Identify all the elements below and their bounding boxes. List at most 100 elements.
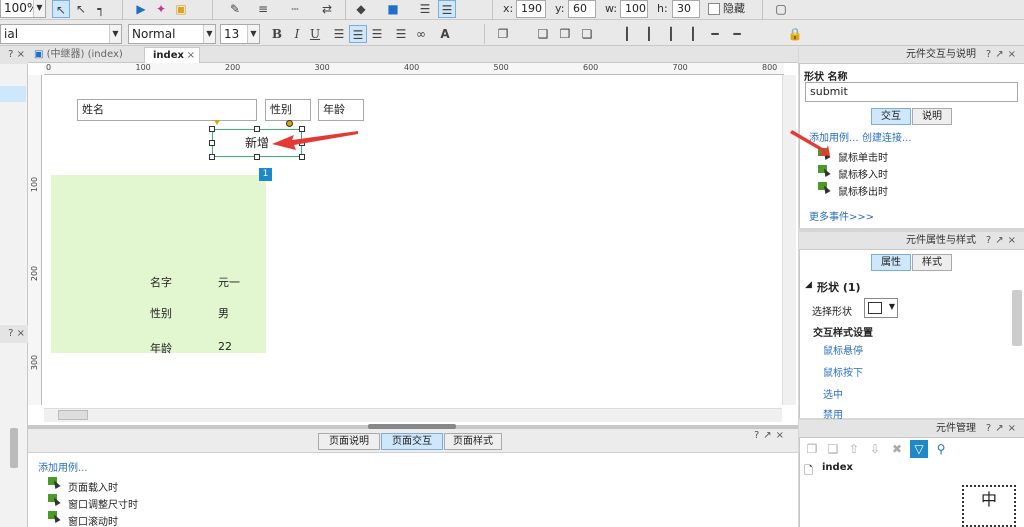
tab-index[interactable]: index ×	[144, 47, 200, 63]
connector-icon[interactable]: ↖	[72, 0, 90, 18]
move-down-icon[interactable]: ⇩	[866, 440, 884, 458]
bold-icon[interactable]: B	[268, 25, 286, 43]
align-icon[interactable]: ☰	[416, 0, 434, 18]
panel-controls[interactable]: ?↗×	[986, 46, 1020, 64]
list-icon[interactable]: ☰	[392, 25, 410, 43]
gender-input[interactable]: 性别	[265, 99, 311, 121]
align-right-icon[interactable]: ☰	[368, 25, 386, 43]
tab-page-style[interactable]: 页面样式	[444, 433, 502, 450]
ruler-tick-label: 200	[30, 265, 40, 282]
resize-handle[interactable]	[254, 126, 260, 132]
tab-repeater[interactable]: ▣ (中继器) (index)	[30, 47, 142, 63]
shape-name-input[interactable]: submit	[805, 82, 1018, 102]
align-top-icon[interactable]: ┃	[640, 25, 658, 43]
style-mousedown-link[interactable]: 鼠标按下	[823, 364, 863, 379]
v-scrollbar[interactable]	[782, 75, 796, 405]
font-family-select[interactable]: ial ▼	[0, 24, 122, 44]
resize-handle[interactable]	[209, 140, 215, 146]
tab-page-interactions[interactable]: 页面交互	[381, 433, 443, 450]
page-event-resize[interactable]: 窗口调整尺寸时	[68, 496, 138, 511]
name-input[interactable]: 姓名	[77, 99, 257, 121]
page-event-scroll[interactable]: 窗口滚动时	[68, 513, 118, 527]
filter-icon[interactable]: ▽	[910, 440, 928, 458]
add-page-icon[interactable]: ❐	[803, 440, 821, 458]
tab-interactions[interactable]: 交互	[871, 108, 911, 125]
line-style-icon[interactable]: ≡	[254, 0, 272, 18]
align-h-icon[interactable]: ━	[706, 25, 724, 43]
hide-checkbox[interactable]	[708, 3, 720, 15]
align-v-icon[interactable]: ━	[728, 25, 746, 43]
send-back-icon[interactable]: ❑	[534, 25, 552, 43]
crop-icon[interactable]: ┑	[92, 0, 110, 18]
h-scrollbar-thumb[interactable]	[58, 410, 88, 420]
link-icon[interactable]: ∞	[412, 25, 430, 43]
age-input[interactable]: 年龄	[318, 99, 364, 121]
underline-icon[interactable]: U	[306, 25, 324, 43]
props-scrollbar[interactable]	[1012, 290, 1022, 346]
share-icon[interactable]: ✦	[152, 0, 170, 18]
zoom-select[interactable]: 100% ▼	[0, 0, 46, 18]
style-disabled-link[interactable]: 禁用	[823, 406, 843, 421]
shadow-icon[interactable]: ■	[384, 0, 402, 18]
fill-color-icon[interactable]: ◆	[352, 0, 370, 18]
resize-handle[interactable]	[254, 154, 260, 160]
y-field[interactable]: 60	[568, 0, 596, 18]
resize-handle[interactable]	[209, 154, 215, 160]
arrow-style-icon[interactable]: ⇄	[318, 0, 336, 18]
preview-icon[interactable]: ▶	[132, 0, 150, 18]
distribute-icon[interactable]: ┃	[618, 25, 636, 43]
close-icon[interactable]: ×	[187, 48, 195, 64]
delete-icon[interactable]: ✖	[888, 440, 906, 458]
collapse-icon[interactable]: ◢	[805, 280, 812, 290]
align-bottom-icon[interactable]: ┃	[684, 25, 702, 43]
left-scrollbar[interactable]	[10, 428, 18, 468]
x-field[interactable]: 190	[516, 0, 546, 18]
event-mouse-leave[interactable]: 鼠标移出时	[838, 183, 888, 198]
bring-front-icon[interactable]: ❐	[494, 25, 512, 43]
align-middle-icon[interactable]: ┃	[662, 25, 680, 43]
font-color-icon[interactable]: A	[436, 25, 454, 43]
panel-controls[interactable]: ?↗×	[986, 420, 1020, 438]
panel-controls[interactable]: ?↗×	[986, 232, 1020, 250]
padding-icon[interactable]: ☰	[438, 0, 456, 18]
repeater[interactable]	[51, 175, 266, 353]
interaction-styles-title: 交互样式设置	[813, 328, 873, 339]
move-up-icon[interactable]: ⇧	[845, 440, 863, 458]
tab-style[interactable]: 样式	[912, 254, 952, 271]
arrange-icon[interactable]: ❏	[578, 25, 596, 43]
create-link[interactable]: 创建连接...	[862, 129, 912, 144]
publish-icon[interactable]: ▣	[172, 0, 190, 18]
line-dash-icon[interactable]: ┄	[286, 0, 304, 18]
event-on-click[interactable]: 鼠标单击时	[838, 149, 888, 164]
manager-item-index[interactable]: index	[822, 462, 853, 473]
edit-icon[interactable]: ✎	[226, 0, 244, 18]
font-size-select[interactable]: 13 ▼	[220, 24, 260, 44]
event-mouse-enter[interactable]: 鼠标移入时	[838, 166, 888, 181]
align-left-icon[interactable]: ☰	[330, 25, 348, 43]
align-center-icon[interactable]: ☰	[349, 25, 367, 43]
bottom-panel-ctrls[interactable]: ?↗×	[754, 430, 788, 441]
style-selected-link[interactable]: 选中	[823, 386, 843, 401]
search-icon[interactable]: ⚲	[932, 440, 950, 458]
pointer-icon[interactable]: ↖	[52, 0, 70, 18]
h-scrollbar[interactable]	[44, 408, 782, 422]
more-events-link[interactable]: 更多事件>>>	[809, 208, 874, 223]
style-hover-link[interactable]: 鼠标悬停	[823, 342, 863, 357]
w-field[interactable]: 100	[620, 0, 648, 18]
select-shape-dropdown[interactable]: ▼	[864, 298, 898, 318]
italic-icon[interactable]: I	[288, 25, 306, 43]
style-select[interactable]: Normal ▼	[128, 24, 216, 44]
tab-properties[interactable]: 属性	[871, 254, 911, 271]
tab-notes[interactable]: 说明	[912, 108, 952, 125]
rotate-handle[interactable]	[286, 120, 293, 127]
order-icon[interactable]: ❒	[556, 25, 574, 43]
left-panel-selected-row[interactable]	[0, 86, 26, 102]
lock-icon[interactable]: 🔒	[786, 25, 804, 43]
page-add-case-link[interactable]: 添加用例...	[38, 459, 88, 474]
copy-icon[interactable]: ❑	[824, 440, 842, 458]
group-icon[interactable]: ▢	[772, 0, 790, 18]
h-field[interactable]: 30	[672, 0, 700, 18]
page-event-load[interactable]: 页面载入时	[68, 479, 118, 494]
tab-page-notes[interactable]: 页面说明	[318, 433, 380, 450]
resize-handle[interactable]	[209, 126, 215, 132]
